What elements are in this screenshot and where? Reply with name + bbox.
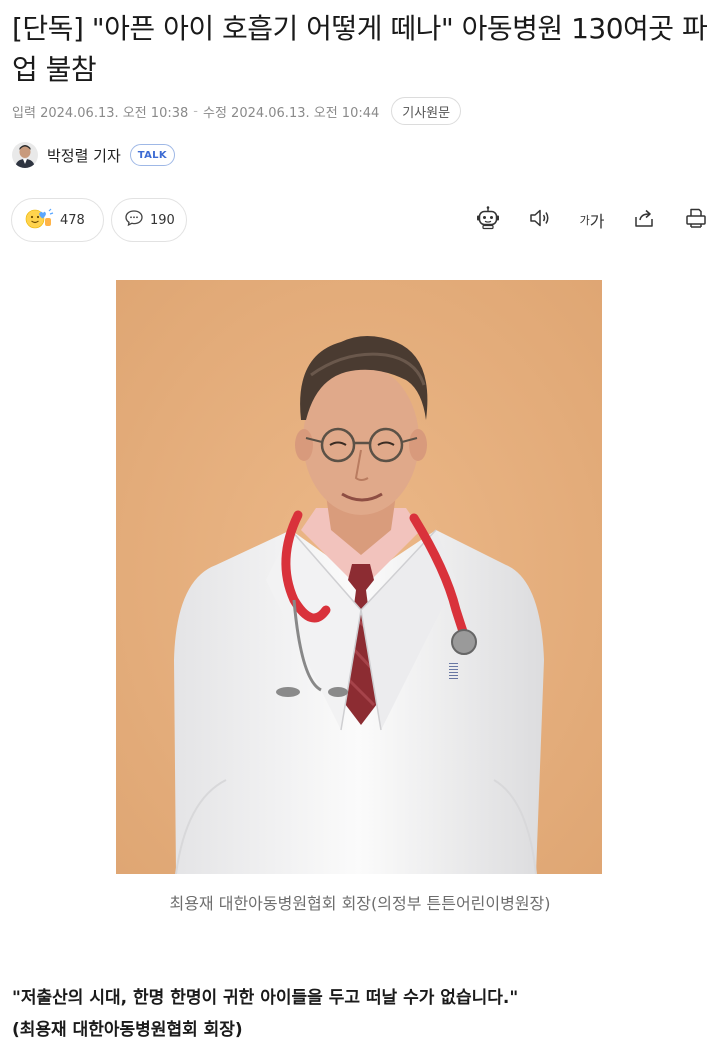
- original-article-button[interactable]: 기사원문: [391, 97, 462, 125]
- reaction-count: 478: [60, 212, 85, 228]
- byline: 박정렬 기자 TALK: [12, 140, 175, 170]
- reporter-avatar[interactable]: [12, 142, 38, 168]
- svg-text:||||||: ||||||: [449, 662, 459, 680]
- emoji-reaction-icon: [24, 207, 54, 233]
- share-button[interactable]: [626, 204, 662, 236]
- font-size-small-label: 가: [579, 214, 590, 227]
- input-label: 입력: [12, 105, 36, 121]
- article-meta: 입력 2024.06.13. 오전 10:38 - 수정 2024.06.13.…: [12, 96, 462, 126]
- font-size-button[interactable]: 가가: [574, 204, 610, 236]
- article-headline: [단독] "아픈 아이 호흡기 어떻게 떼나" 아동병원 130여곳 파업 불참: [12, 12, 708, 86]
- reaction-button[interactable]: 478: [11, 198, 104, 242]
- text-to-speech-button[interactable]: [522, 204, 558, 236]
- quote-attribution: (최용재 대한아동병원협회 회장): [12, 1020, 243, 1040]
- robot-icon: [475, 205, 501, 235]
- comment-count: 190: [150, 212, 175, 228]
- article-toolbar: 가가: [454, 204, 714, 236]
- talk-badge[interactable]: TALK: [129, 144, 175, 166]
- share-icon: [632, 206, 656, 234]
- meta-separator: -: [193, 103, 198, 119]
- font-size-big-label: 가: [589, 212, 605, 231]
- quote-text: "저출산의 시대, 한명 한명이 귀한 아이들을 두고 떠날 수가 없습니다.": [12, 988, 519, 1008]
- photo-caption: 최용재 대한아동병원협회 회장(의정부 튼튼어린이병원장): [169, 894, 551, 913]
- speaker-icon: [528, 206, 552, 234]
- summary-bot-button[interactable]: [470, 204, 506, 236]
- input-time: 2024.06.13. 오전 10:38: [40, 105, 189, 121]
- modified-time: 2024.06.13. 오전 10:44: [231, 105, 380, 121]
- article-photo: ||||||: [116, 280, 602, 874]
- print-icon: [684, 206, 708, 234]
- print-button[interactable]: [678, 204, 714, 236]
- comment-button[interactable]: 190: [111, 198, 187, 242]
- modified-label: 수정: [202, 105, 227, 121]
- comment-icon: [124, 208, 144, 232]
- article-quote: "저출산의 시대, 한명 한명이 귀한 아이들을 두고 떠날 수가 없습니다."…: [12, 982, 712, 1046]
- reporter-name[interactable]: 박정렬 기자: [47, 145, 121, 166]
